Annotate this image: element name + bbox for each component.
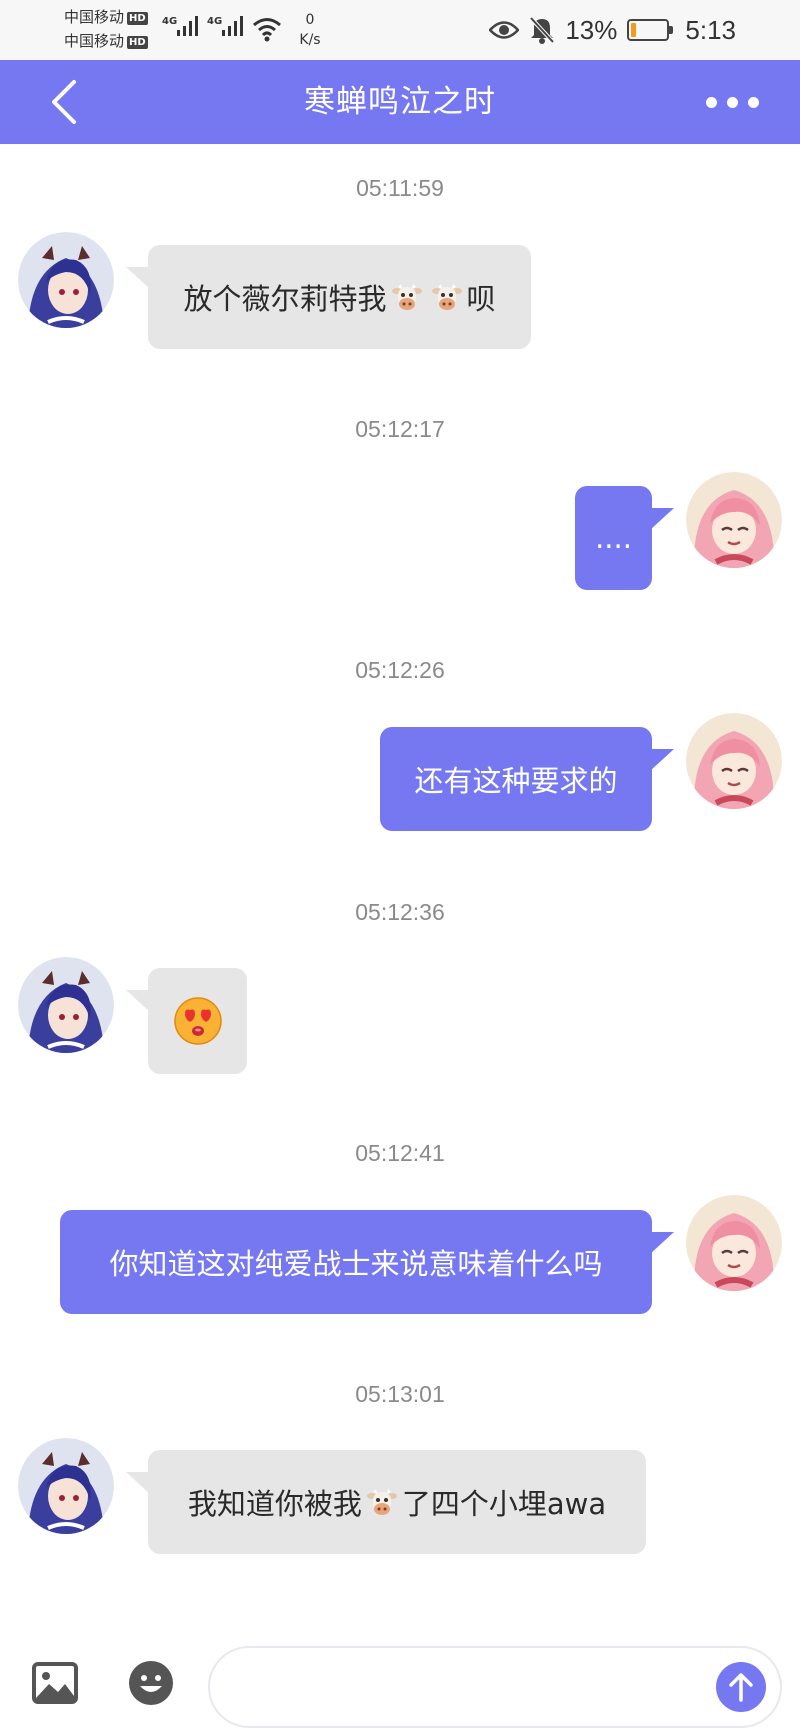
- send-button[interactable]: [716, 1662, 766, 1712]
- battery-icon: [627, 19, 674, 41]
- message-bubble-sent[interactable]: ....: [575, 486, 674, 590]
- user-avatar[interactable]: [686, 472, 782, 568]
- battery-percent: 13%: [565, 14, 618, 45]
- network-type-2: 4G: [207, 16, 223, 27]
- contact-avatar[interactable]: [18, 1438, 114, 1534]
- user-avatar[interactable]: [686, 713, 782, 809]
- carrier-1-label: 中国移动: [64, 8, 125, 26]
- more-dots-icon: [747, 96, 759, 108]
- contact-avatar[interactable]: [18, 957, 114, 1053]
- more-dots-icon: [726, 96, 738, 108]
- net-speed: 0 K/s: [290, 10, 330, 50]
- chat-title: 寒蝉鸣泣之时: [304, 84, 496, 120]
- message-timestamp: 05:12:17: [355, 416, 445, 442]
- message-text: ....: [595, 521, 632, 555]
- hd-badge: HD: [127, 12, 148, 25]
- eye-icon: [489, 21, 520, 39]
- message-timestamp: 05:11:59: [356, 175, 444, 201]
- message-bubble-received[interactable]: 我知道你被我 了四个小埋awa: [126, 1450, 646, 1554]
- message-text: 放个薇尔莉特我: [183, 282, 387, 316]
- message-bubble-sent[interactable]: 还有这种要求的: [380, 727, 674, 831]
- input-bar: [0, 1620, 800, 1733]
- carrier-1: 中国移动 HD: [64, 8, 148, 26]
- message-timestamp: 05:12:26: [355, 657, 445, 683]
- image-icon: [32, 1662, 78, 1704]
- signal-icon: [177, 16, 198, 36]
- cow-emoji-icon: [431, 281, 463, 313]
- message-text: 你知道这对纯爱战士来说意味着什么吗: [109, 1247, 603, 1281]
- signal-icon: [222, 16, 243, 36]
- more-options-button[interactable]: [694, 82, 770, 122]
- net-speed-value: 0: [305, 12, 315, 28]
- message-text: 还有这种要求的: [414, 764, 618, 798]
- arrow-up-icon: [729, 1673, 753, 1702]
- message-text: 了四个小埋awa: [401, 1487, 607, 1521]
- carrier-2: 中国移动 HD: [64, 32, 148, 50]
- wifi-icon: [253, 18, 281, 42]
- mute-bell-icon: [529, 16, 555, 44]
- hd-badge: HD: [127, 36, 148, 49]
- back-button[interactable]: [40, 74, 96, 130]
- network-type-1: 4G: [162, 16, 178, 27]
- contact-avatar[interactable]: [18, 232, 114, 328]
- message-text: 我知道你被我: [187, 1487, 362, 1521]
- chevron-left-icon: [52, 80, 76, 124]
- message-input[interactable]: [208, 1646, 782, 1728]
- cow-emoji-icon: [366, 1486, 398, 1518]
- user-avatar[interactable]: [686, 1195, 782, 1291]
- message-bubble-sent[interactable]: 你知道这对纯爱战士来说意味着什么吗: [60, 1210, 674, 1314]
- status-bar: 中国移动 HD 中国移动 HD 4G 4G 0 K/s 13% 5:13: [0, 0, 800, 60]
- message-timestamp: 05:12:36: [355, 899, 445, 925]
- status-time: 5:13: [685, 14, 736, 45]
- smiley-icon: [129, 1661, 173, 1705]
- emoji-button[interactable]: [128, 1660, 174, 1706]
- message-text: 呗: [466, 282, 496, 316]
- net-speed-unit: K/s: [299, 32, 321, 48]
- message-bubble-received[interactable]: [126, 968, 247, 1074]
- message-bubble-received[interactable]: 放个薇尔莉特我 呗: [126, 245, 531, 349]
- message-timestamp: 05:13:01: [355, 1381, 445, 1407]
- more-dots-icon: [705, 96, 717, 108]
- chat-header: 寒蝉鸣泣之时: [0, 60, 800, 144]
- message-timestamp: 05:12:41: [355, 1140, 445, 1166]
- heart-eyes-kiss-emoji-icon: [173, 996, 223, 1046]
- cow-emoji-icon: [391, 281, 423, 313]
- battery-fill: [631, 23, 637, 37]
- carrier-2-label: 中国移动: [64, 32, 125, 50]
- image-button[interactable]: [32, 1662, 78, 1704]
